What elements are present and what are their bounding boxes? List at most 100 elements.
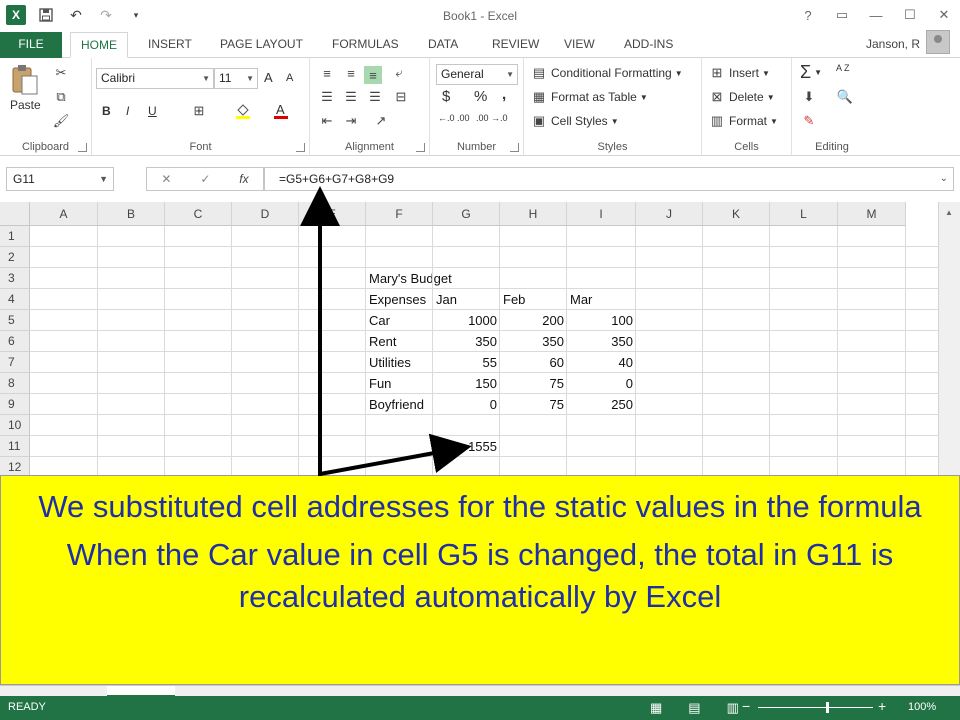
- user-name[interactable]: Janson, R: [866, 37, 920, 51]
- font-size-combo[interactable]: 11 ▼: [214, 68, 258, 89]
- tab-page-layout[interactable]: PAGE LAYOUT: [210, 32, 313, 58]
- expense-name-cell[interactable]: Boyfriend: [366, 394, 433, 415]
- column-header-h[interactable]: H: [500, 202, 567, 226]
- expense-value-cell[interactable]: 150: [433, 373, 500, 394]
- row-header-6[interactable]: 6: [0, 331, 30, 352]
- align-center-icon[interactable]: ☰: [342, 88, 360, 106]
- expense-value-cell[interactable]: 60: [500, 352, 567, 373]
- borders-icon[interactable]: ⊞: [190, 102, 208, 120]
- total-cell-g11[interactable]: 1555: [433, 436, 500, 457]
- row-header-9[interactable]: 9: [0, 394, 30, 415]
- tab-home[interactable]: HOME: [70, 32, 128, 58]
- autosum-button[interactable]: Σ ▼: [800, 62, 822, 83]
- month-header-mar[interactable]: Mar: [567, 289, 636, 310]
- fill-color-icon[interactable]: [234, 102, 252, 120]
- close-icon[interactable]: ✕: [934, 5, 954, 25]
- merge-center-icon[interactable]: ⊟: [392, 88, 410, 106]
- column-header-b[interactable]: B: [98, 202, 165, 226]
- expenses-header-cell[interactable]: Expenses: [366, 289, 433, 310]
- expense-name-cell[interactable]: Fun: [366, 373, 433, 394]
- expense-value-cell[interactable]: 350: [433, 331, 500, 352]
- underline-button[interactable]: U: [148, 104, 157, 118]
- expense-name-cell[interactable]: Car: [366, 310, 433, 331]
- cell-styles-button[interactable]: ▣ Cell Styles ▼: [530, 112, 619, 130]
- maximize-icon[interactable]: ☐: [900, 5, 920, 25]
- minimize-icon[interactable]: —: [866, 5, 886, 25]
- expense-value-cell[interactable]: 350: [500, 331, 567, 352]
- expense-name-cell[interactable]: Rent: [366, 331, 433, 352]
- column-header-f[interactable]: F: [366, 202, 433, 226]
- avatar[interactable]: [926, 30, 950, 54]
- normal-view-icon[interactable]: ▦: [650, 700, 662, 716]
- wrap-text-icon[interactable]: ⤶: [390, 64, 408, 82]
- expense-value-cell[interactable]: 1000: [433, 310, 500, 331]
- expense-value-cell[interactable]: 40: [567, 352, 636, 373]
- expense-value-cell[interactable]: 350: [567, 331, 636, 352]
- zoom-slider[interactable]: [758, 702, 873, 713]
- percent-button[interactable]: %: [474, 88, 487, 105]
- bottom-align-icon[interactable]: ≡: [364, 66, 382, 84]
- column-header-g[interactable]: G: [433, 202, 500, 226]
- font-name-combo[interactable]: Calibri ▼: [96, 68, 214, 89]
- column-header-c[interactable]: C: [165, 202, 232, 226]
- expense-value-cell[interactable]: 100: [567, 310, 636, 331]
- row-header-5[interactable]: 5: [0, 310, 30, 331]
- cut-icon[interactable]: ✂: [52, 64, 70, 82]
- column-header-e[interactable]: E: [299, 202, 366, 226]
- grow-font-button[interactable]: A: [264, 70, 273, 85]
- orientation-icon[interactable]: ↗: [372, 112, 390, 130]
- column-header-m[interactable]: M: [838, 202, 906, 226]
- paste-button[interactable]: Paste: [10, 64, 41, 112]
- expense-value-cell[interactable]: 200: [500, 310, 567, 331]
- column-header-d[interactable]: D: [232, 202, 299, 226]
- zoom-level[interactable]: 100%: [908, 701, 936, 713]
- decrease-indent-icon[interactable]: ⇤: [318, 112, 336, 130]
- expense-value-cell[interactable]: 0: [433, 394, 500, 415]
- tab-file[interactable]: FILE: [0, 32, 62, 58]
- ribbon-display-icon[interactable]: ▭: [832, 5, 852, 25]
- fill-icon[interactable]: ⬇: [800, 88, 818, 106]
- row-header-10[interactable]: 10: [0, 415, 30, 436]
- row-header-4[interactable]: 4: [0, 289, 30, 310]
- increase-indent-icon[interactable]: ⇥: [342, 112, 360, 130]
- row-header-7[interactable]: 7: [0, 352, 30, 373]
- vertical-scrollbar[interactable]: ▲: [938, 202, 960, 486]
- month-header-jan[interactable]: Jan: [433, 289, 500, 310]
- sort-filter-button[interactable]: A Z: [836, 64, 856, 73]
- format-painter-icon[interactable]: 🖌: [52, 112, 70, 130]
- expense-value-cell[interactable]: 0: [567, 373, 636, 394]
- middle-align-icon[interactable]: ≡: [342, 64, 360, 82]
- expense-value-cell[interactable]: 55: [433, 352, 500, 373]
- alignment-launcher-icon[interactable]: [416, 143, 425, 152]
- column-header-l[interactable]: L: [770, 202, 838, 226]
- font-color-icon[interactable]: A: [272, 102, 290, 120]
- tab-review[interactable]: REVIEW: [482, 32, 549, 58]
- row-header-3[interactable]: 3: [0, 268, 30, 289]
- month-header-feb[interactable]: Feb: [500, 289, 567, 310]
- copy-icon[interactable]: ⧉: [52, 88, 70, 106]
- clear-icon[interactable]: ✎: [800, 112, 818, 130]
- align-right-icon[interactable]: ☰: [366, 88, 384, 106]
- decrease-decimal-button[interactable]: .00 →.0: [476, 114, 512, 123]
- bold-button[interactable]: B: [102, 104, 111, 118]
- expense-value-cell[interactable]: 250: [567, 394, 636, 415]
- tab-formulas[interactable]: FORMULAS: [322, 32, 409, 58]
- formula-input[interactable]: =G5+G6+G7+G8+G9 ⌄: [264, 167, 954, 191]
- cell-area[interactable]: Mary's Budget Expenses Jan Feb Mar Car 10…: [30, 226, 938, 486]
- clipboard-launcher-icon[interactable]: [78, 143, 87, 152]
- top-align-icon[interactable]: ≡: [318, 64, 336, 82]
- row-header-2[interactable]: 2: [0, 247, 30, 268]
- column-header-j[interactable]: J: [636, 202, 703, 226]
- tab-view[interactable]: VIEW: [554, 32, 605, 58]
- help-icon[interactable]: ?: [798, 5, 818, 25]
- delete-cells-button[interactable]: ⊠ Delete ▼: [708, 88, 775, 106]
- find-select-icon[interactable]: 🔍: [836, 88, 854, 106]
- format-cells-button[interactable]: ▥ Format ▼: [708, 112, 778, 130]
- currency-button[interactable]: $: [442, 88, 450, 105]
- align-left-icon[interactable]: ☰: [318, 88, 336, 106]
- zoom-out-button[interactable]: −: [742, 698, 750, 714]
- shrink-font-button[interactable]: A: [286, 72, 293, 84]
- expense-value-cell[interactable]: 75: [500, 373, 567, 394]
- expense-name-cell[interactable]: Utilities: [366, 352, 433, 373]
- name-box[interactable]: G11 ▼: [6, 167, 114, 191]
